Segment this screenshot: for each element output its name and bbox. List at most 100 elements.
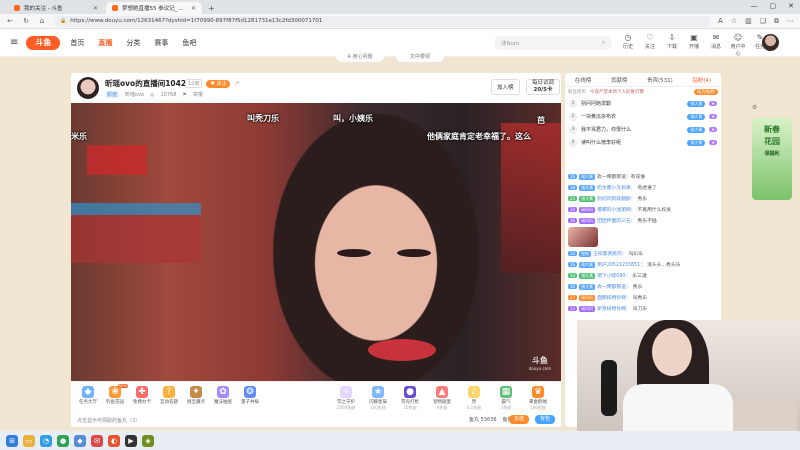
chat-username[interactable]: 玫一俺都那道： bbox=[597, 283, 631, 290]
close-window-icon[interactable]: ✕ bbox=[788, 2, 794, 10]
chat-username[interactable]: 猪下小醉090： bbox=[597, 272, 630, 279]
taskbar-app-icon[interactable]: ▶ bbox=[125, 434, 137, 447]
nav-live[interactable]: 直播 bbox=[98, 38, 112, 48]
fan-rank-row[interactable]: 3 我不骂君力，你恨什么 颈大黄 ♦ bbox=[565, 123, 721, 136]
settings-icon[interactable]: ⚙ bbox=[752, 104, 757, 111]
taskbar-app-icon[interactable]: ⊞ bbox=[6, 434, 18, 447]
close-tab-icon[interactable]: ✕ bbox=[191, 5, 196, 12]
chat-username[interactable]: 新芽枝物伶啊： bbox=[597, 305, 631, 312]
tab-diamond-fans[interactable]: 钻粉(4) bbox=[692, 76, 711, 84]
url-field[interactable]: 🔒 https://www.douyu.com/12631467?dyshid=… bbox=[54, 15, 711, 27]
chat-text: 玫一俺都那道：有说谁 bbox=[597, 175, 646, 180]
user-avatar[interactable] bbox=[762, 34, 779, 51]
become-diamond-button[interactable]: 成为钻粉 bbox=[694, 89, 718, 95]
feature-item[interactable]: ❀ 钓鱼花园 NEW bbox=[102, 384, 128, 405]
search-input[interactable]: 沫Nom ⌕ bbox=[494, 36, 612, 50]
anchor-name[interactable]: 昕瑶ovo bbox=[125, 91, 144, 98]
fan-rank-row[interactable]: 4 读叫什么榜李好呢 颈大黄 ♦ bbox=[565, 136, 721, 149]
rank-number: 1 bbox=[569, 99, 577, 108]
minimize-icon[interactable]: — bbox=[751, 2, 758, 10]
read-aloud-icon[interactable]: A bbox=[718, 17, 723, 26]
extensions-icon[interactable]: ⧉ bbox=[774, 17, 779, 26]
messages-button[interactable]: ✉ 消息 bbox=[708, 33, 724, 57]
maximize-icon[interactable]: ▢ bbox=[770, 2, 777, 10]
fish-ball-tip[interactable]: 点击显示可领取的鱼丸（3） bbox=[77, 417, 140, 424]
taskbar-app-icon[interactable]: ◐ bbox=[108, 434, 120, 447]
feature-item[interactable]: ✿ 魔法抽屉 bbox=[210, 386, 236, 405]
taskbar-app-icon[interactable]: ◆ bbox=[74, 434, 86, 447]
report-link[interactable]: 举报 bbox=[193, 91, 203, 98]
feature-item[interactable]: ? 互动答题 bbox=[156, 386, 182, 405]
browser-tab-follow[interactable]: 我的关注 - 斗鱼 ✕ bbox=[8, 2, 104, 14]
tab-contribution-rank[interactable]: 贡献榜 bbox=[611, 76, 628, 84]
new-tab-button[interactable]: + bbox=[208, 4, 215, 13]
gift-item[interactable]: ▦ 霸气 1鱼翅 bbox=[493, 386, 519, 411]
spring-garden-promo[interactable]: 新春 花园 领福利 bbox=[752, 118, 792, 200]
video-player[interactable]: 叫秃刀乐 叫，小姨乐 他俩家庭肯定老幸福了。这么 米乐 芭 斗鱼 douyu.com bbox=[71, 103, 561, 381]
nav-yuba[interactable]: 鱼吧 bbox=[182, 38, 196, 48]
gift-item[interactable]: ♪ 赞 0.1鱼翅 bbox=[461, 386, 487, 411]
backpack-button[interactable]: 背包 bbox=[535, 415, 556, 424]
gift-item[interactable]: ✧ 荧之守护 2000鱼翅 bbox=[333, 386, 359, 411]
favorite-star-icon[interactable]: ☆ bbox=[731, 17, 737, 26]
user-center-button[interactable]: ☺ 用户中心 bbox=[730, 33, 746, 57]
fan-rank-row[interactable]: 1 别问问她泼剿 颈大黄 ♦ bbox=[565, 97, 721, 110]
refresh-icon[interactable]: ↻ bbox=[22, 17, 30, 25]
gift-item[interactable]: ▲ 宠物砸蛋 6鱼翅 bbox=[429, 386, 455, 411]
report-icon[interactable]: ⚑ bbox=[182, 92, 186, 98]
top-pill-2[interactable]: 文中要领 bbox=[396, 53, 444, 62]
tab-vip[interactable]: 贵宾(531) bbox=[647, 76, 673, 84]
feature-item[interactable]: ❂ 量子共振 bbox=[237, 386, 263, 405]
chat-message: 15 钻吱 王校都贤民的： 叫叭乐 bbox=[565, 248, 721, 259]
nav-home[interactable]: 首页 bbox=[70, 38, 84, 48]
anchor-avatar[interactable] bbox=[77, 77, 99, 99]
search-icon[interactable]: ⌕ bbox=[602, 40, 605, 47]
top-pill-1[interactable]: A 用心问题 bbox=[336, 53, 384, 62]
split-screen-icon[interactable]: ▥ bbox=[745, 17, 752, 26]
gift-item[interactable]: ★ 闪耀星辰 100鱼翅 bbox=[365, 386, 391, 411]
rank-number: 4 bbox=[569, 138, 577, 147]
follow-button[interactable]: ♥ 关注 bbox=[206, 79, 231, 88]
taskbar-app-icon[interactable]: ▭ bbox=[23, 434, 35, 447]
category-tag[interactable]: 颜值 bbox=[105, 91, 120, 98]
gift-item[interactable]: ● 荧光打枪 10鱼翅 bbox=[397, 386, 423, 411]
back-icon[interactable]: ← bbox=[6, 17, 14, 25]
browser-tab-live[interactable]: 梦想她直播55 参议记_听猫 ✕ bbox=[106, 2, 202, 14]
home-icon[interactable]: ⌂ bbox=[38, 17, 46, 25]
nav-esports[interactable]: 赛事 bbox=[154, 38, 168, 48]
history-button[interactable]: ◷ 历史 bbox=[620, 33, 636, 57]
start-stream-button[interactable]: ▣ 开播 bbox=[686, 33, 702, 57]
fan-rank-row[interactable]: 2 一块黄瓜杂布衣 颈大黄 ♦ bbox=[565, 110, 721, 123]
douyu-logo[interactable]: 斗鱼 bbox=[26, 35, 61, 50]
douyu-favicon bbox=[14, 5, 20, 11]
share-icon[interactable]: ↗ bbox=[234, 80, 239, 87]
taskbar-app-icon[interactable]: ◈ bbox=[142, 434, 154, 447]
charge-button[interactable]: 充值 bbox=[509, 415, 530, 424]
gift-price: 100鱼翅 bbox=[530, 405, 546, 410]
join-fan-button[interactable]: 加入榜 bbox=[491, 79, 520, 95]
taskbar-app-icon[interactable]: ✉ bbox=[91, 434, 103, 447]
taskbar-app-icon[interactable]: ● bbox=[57, 434, 69, 447]
feature-item[interactable]: ✚ 免费办卡 bbox=[129, 386, 155, 405]
chat-username[interactable]: 嘟嘟的小迷弟网： bbox=[597, 206, 635, 213]
hamburger-menu-icon[interactable]: ≡ bbox=[10, 37, 18, 48]
tab-online-rank[interactable]: 在线榜 bbox=[575, 76, 592, 84]
close-tab-icon[interactable]: ✕ bbox=[93, 5, 98, 12]
daily-rank-button[interactable]: 每日试调 20/5卡 bbox=[526, 79, 561, 95]
download-button[interactable]: ⇩ 下载 bbox=[664, 33, 680, 57]
favorites-icon[interactable]: ❏ bbox=[760, 17, 766, 26]
chat-username[interactable]: 用户20521233651： bbox=[597, 261, 645, 268]
browser-tab-bar: 我的关注 - 斗鱼 ✕ 梦想她直播55 参议记_听猫 ✕ + — ▢ ✕ bbox=[0, 0, 800, 14]
feature-item[interactable]: ◆ 任务大厅 bbox=[75, 386, 101, 405]
more-menu-icon[interactable]: ⋯ bbox=[787, 17, 794, 26]
chat-username[interactable]: 奶龙都小叉划事： bbox=[597, 184, 635, 191]
chat-username[interactable]: 团团杯面的三石： bbox=[597, 217, 635, 224]
feature-item[interactable]: ✦ 挑宝藏点 bbox=[183, 386, 209, 405]
follow-button[interactable]: ♡ 关注 bbox=[642, 33, 658, 57]
nav-category[interactable]: 分类 bbox=[126, 38, 140, 48]
taskbar-app-icon[interactable]: ◔ bbox=[40, 434, 52, 447]
chat-username[interactable]: 面都枝物伶啊： bbox=[597, 294, 631, 301]
chat-username[interactable]: 王校都贤民的： bbox=[593, 250, 627, 257]
gift-item[interactable]: ♛ 黄金鹤绒 100鱼翅 bbox=[525, 386, 551, 411]
chat-username[interactable]: 别问问就就翻额： bbox=[597, 195, 635, 202]
